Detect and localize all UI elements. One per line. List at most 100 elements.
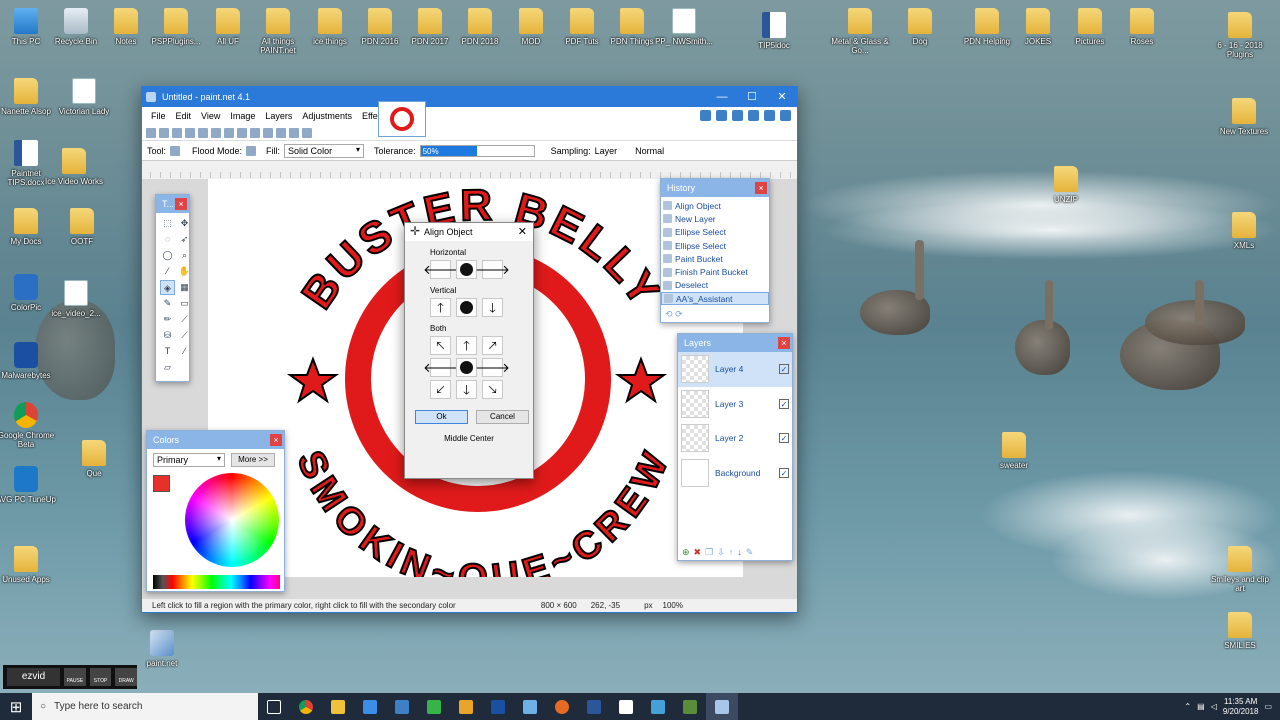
desktop-icon[interactable]: Nanette Alsop (0, 78, 58, 116)
fill-select[interactable]: Solid Color (284, 143, 365, 158)
paste-icon[interactable] (224, 127, 234, 138)
desktop-icon[interactable]: Smileys and clip art (1208, 546, 1272, 593)
outlook-taskbar-icon[interactable] (450, 693, 482, 720)
tools-panel-title[interactable]: T... × (156, 195, 189, 213)
history-window-icon[interactable] (716, 110, 727, 121)
sampling-value[interactable]: Layer (595, 146, 618, 156)
print-icon[interactable] (185, 127, 195, 138)
grid-icon[interactable] (289, 127, 299, 138)
text-icon[interactable]: T (160, 344, 175, 359)
tools-window-icon[interactable] (700, 110, 711, 121)
desktop-icon[interactable]: XMLs (1212, 212, 1276, 250)
history-redo-icon[interactable]: ⟳ (675, 309, 683, 319)
maximize-button[interactable]: ☐ (737, 87, 767, 107)
layer-visibility-checkbox[interactable]: ✓ (779, 398, 789, 409)
ok-button[interactable]: Ok (415, 410, 468, 424)
firefox-taskbar-icon[interactable] (546, 693, 578, 720)
gear-icon[interactable] (764, 110, 775, 121)
pause-button[interactable]: PAUSE (64, 668, 86, 686)
desktop-icon[interactable]: 6 - 16 - 2018 Plugins (1208, 12, 1272, 59)
zoom-icon[interactable]: ⌕ (177, 248, 192, 263)
history-item[interactable]: Deselect (661, 279, 769, 292)
align-top-left-button[interactable]: 🡔 (430, 336, 451, 355)
history-panel-title[interactable]: History × (661, 179, 769, 197)
gradient-icon[interactable]: ▦ (177, 280, 192, 295)
undo-icon[interactable] (263, 127, 273, 138)
menu-edit[interactable]: Edit (171, 111, 197, 121)
crop-icon[interactable] (237, 127, 247, 138)
notifications-icon[interactable]: ▭ (1264, 702, 1272, 711)
desktop-icon[interactable]: sweater (982, 432, 1046, 470)
explorer-taskbar-icon[interactable] (322, 693, 354, 720)
stop-button[interactable]: STOP (89, 668, 112, 686)
magic-wand-icon[interactable]: ⁄ (160, 264, 175, 279)
add-layer-icon[interactable]: ⊕ (682, 547, 690, 558)
history-item[interactable]: New Layer (661, 212, 769, 225)
deselect-icon[interactable] (250, 127, 260, 138)
paintbrush-icon[interactable]: ✎ (160, 296, 175, 311)
store-taskbar-icon[interactable] (354, 693, 386, 720)
layer-visibility-checkbox[interactable]: ✓ (779, 467, 789, 478)
zoom-level[interactable]: 100% (663, 601, 683, 610)
color-picker-icon[interactable]: ⟋ (177, 312, 192, 327)
paint-bucket-tool-icon[interactable]: ◈ (160, 280, 175, 295)
history-undo-icon[interactable]: ⟲ (665, 309, 673, 319)
shapes-icon[interactable]: ▱ (160, 360, 175, 375)
colors-window-icon[interactable] (748, 110, 759, 121)
align-top-center-button[interactable]: 🡑 (456, 336, 477, 355)
align-center-h-button[interactable] (456, 260, 477, 279)
merge-layer-icon[interactable]: ⇩ (717, 547, 725, 558)
move-down-icon[interactable]: ↓ (737, 547, 742, 558)
align-middle-right-button[interactable]: 🡒 (475, 358, 510, 377)
menu-layers[interactable]: Layers (260, 111, 297, 121)
align-left-button[interactable]: 🡐 (423, 260, 458, 279)
word-taskbar-icon[interactable] (578, 693, 610, 720)
unit-select[interactable]: px (644, 601, 652, 610)
flood-mode-icon[interactable] (246, 145, 257, 156)
layer-row[interactable]: Background ✓ (678, 456, 792, 491)
history-panel-close-button[interactable]: × (755, 182, 767, 194)
move-selection-icon[interactable]: ➶ (177, 232, 192, 247)
pan-icon[interactable]: ✋ (177, 264, 192, 279)
cancel-button[interactable]: Cancel (476, 410, 529, 424)
desktop-icon[interactable]: ice_video_2... (44, 280, 108, 318)
chrome-taskbar-icon[interactable] (290, 693, 322, 720)
desktop-icon[interactable]: AVG PC TuneUp (0, 466, 58, 504)
paintnet-taskbar-icon[interactable] (706, 693, 738, 720)
color-mode-select[interactable]: Primary (153, 453, 225, 467)
blend-mode[interactable]: Normal (635, 146, 664, 156)
desktop-icon[interactable]: Dog (888, 8, 952, 46)
open-icon[interactable] (159, 127, 169, 138)
align-center-v-button[interactable] (456, 298, 477, 317)
help-icon[interactable] (780, 110, 791, 121)
clock[interactable]: 11:35 AM 9/20/2018 (1223, 697, 1259, 717)
layers-window-icon[interactable] (732, 110, 743, 121)
delete-layer-icon[interactable]: ✖ (694, 547, 702, 558)
desktop-icon[interactable]: Ice Video Works (42, 148, 106, 186)
layer-row[interactable]: Layer 4 ✓ (678, 352, 792, 387)
paint-taskbar-icon[interactable] (642, 693, 674, 720)
tools-panel-close-button[interactable]: × (175, 198, 187, 210)
rectangle-select-icon[interactable]: ⬚ (160, 216, 175, 231)
align-middle-center-button[interactable] (456, 358, 477, 377)
history-item[interactable]: Finish Paint Bucket (661, 265, 769, 278)
duplicate-layer-icon[interactable]: ❐ (705, 547, 713, 558)
align-bottom-right-button[interactable]: 🡖 (482, 380, 503, 399)
desktop-icon[interactable]: TIP5idoc (742, 12, 806, 50)
dialog-title-bar[interactable]: ✛ Align Object ✕ (405, 223, 533, 241)
layer-visibility-checkbox[interactable]: ✓ (779, 364, 789, 375)
desktop-icon[interactable]: Victorian Lady (52, 78, 116, 116)
layer-properties-icon[interactable]: ✎ (746, 547, 754, 558)
taskbar-search[interactable]: ○ Type here to search (32, 693, 258, 720)
align-top-button[interactable]: 🡑 (430, 298, 451, 317)
line-icon[interactable]: ⁄ (177, 344, 192, 359)
history-item[interactable]: Paint Bucket (661, 252, 769, 265)
desktop-icon[interactable]: Roses (1110, 8, 1174, 46)
copy-icon[interactable] (211, 127, 221, 138)
network-icon[interactable]: ▤ (1197, 702, 1205, 711)
layers-panel-title[interactable]: Layers × (678, 334, 792, 352)
title-bar[interactable]: Untitled - paint.net 4.1 — ☐ ✕ (142, 87, 797, 107)
image-tab-thumbnail[interactable] (378, 101, 426, 137)
close-button[interactable]: ✕ (767, 87, 797, 107)
menu-image[interactable]: Image (225, 111, 260, 121)
